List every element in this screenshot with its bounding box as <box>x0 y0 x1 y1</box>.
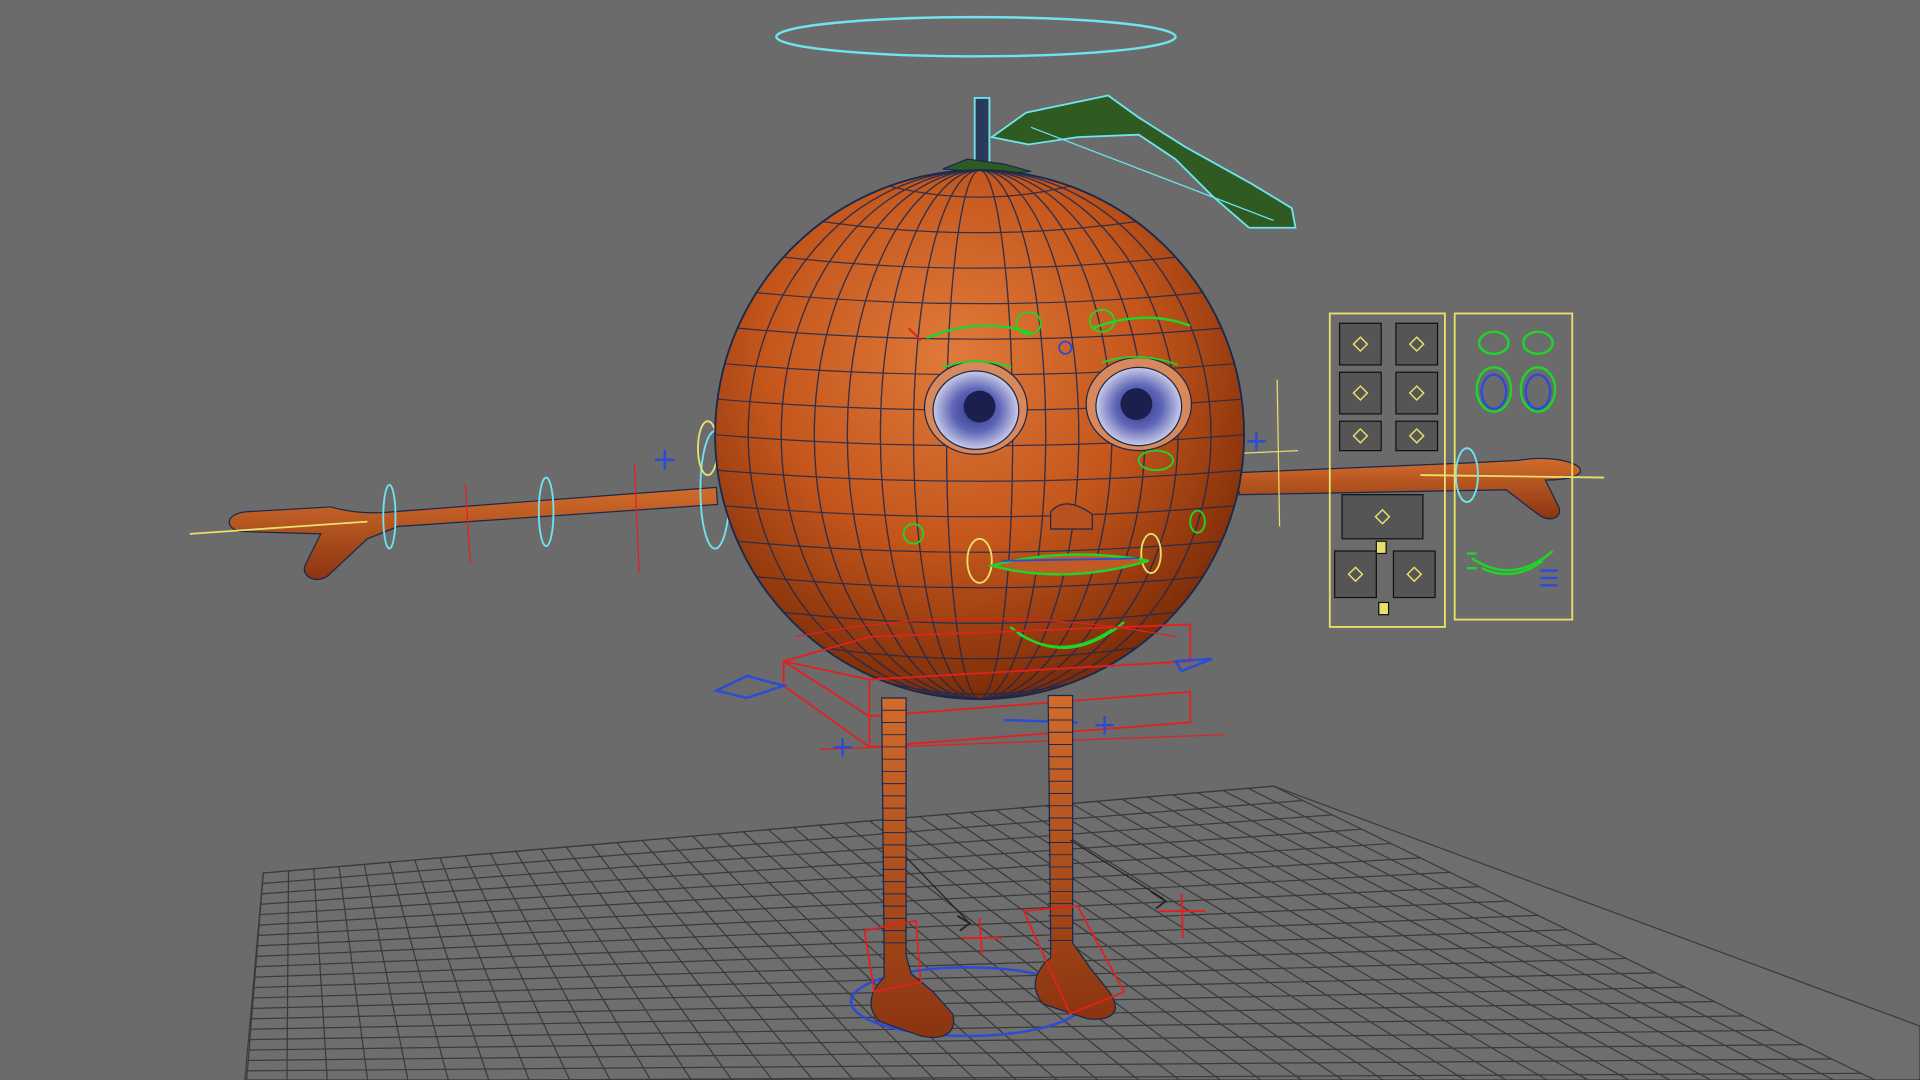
3d-viewport[interactable]: + + + + <box>0 0 1920 1080</box>
ground-grid <box>244 785 1920 1080</box>
left-arm[interactable]: + <box>189 420 731 581</box>
svg-text:+: + <box>651 440 678 478</box>
halo-controller[interactable] <box>775 15 1177 58</box>
viewport-canvas[interactable]: + + + + <box>0 0 1920 1080</box>
hip-move-icon-right[interactable]: + <box>1092 708 1117 742</box>
hip-move-icon[interactable]: + <box>830 730 855 764</box>
svg-text:+: + <box>1244 424 1269 458</box>
